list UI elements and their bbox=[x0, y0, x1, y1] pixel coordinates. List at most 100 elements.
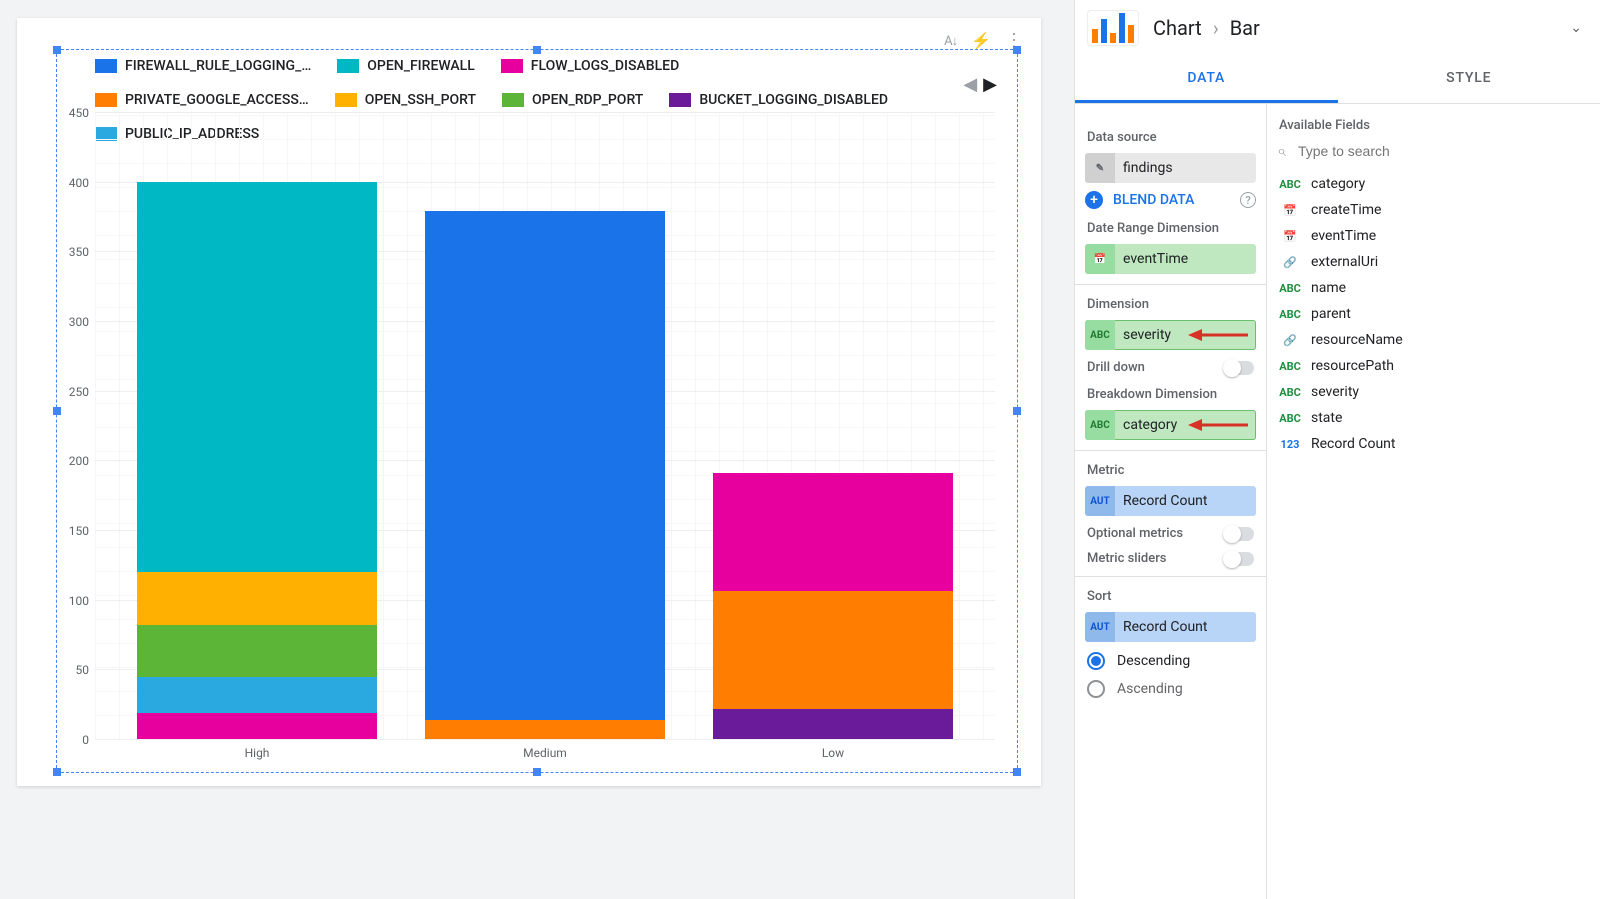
field-label: state bbox=[1311, 410, 1342, 426]
blend-data-button[interactable]: + BLEND DATA ? bbox=[1085, 191, 1256, 209]
bar[interactable] bbox=[137, 148, 376, 739]
legend-label: BUCKET_LOGGING_DISABLED bbox=[699, 92, 888, 108]
field-label: createTime bbox=[1311, 202, 1381, 218]
legend-swatch bbox=[501, 59, 523, 73]
chart-card[interactable]: A↓ ⚡ ⋮ FIREWALL_RULE_LOGGING_… OPEN_FIREW… bbox=[17, 18, 1041, 786]
legend-item[interactable]: FIREWALL_RULE_LOGGING_… bbox=[95, 58, 311, 74]
section-breakdown: Breakdown Dimension bbox=[1087, 387, 1254, 402]
field-label: resourceName bbox=[1311, 332, 1403, 348]
field-item[interactable]: 📅eventTime bbox=[1277, 223, 1590, 249]
y-tick: 150 bbox=[69, 524, 89, 538]
abc-icon: ABC bbox=[1279, 282, 1301, 295]
legend-swatch bbox=[337, 59, 359, 73]
chart-type-icon[interactable] bbox=[1087, 10, 1139, 46]
field-item[interactable]: ABC name bbox=[1277, 275, 1590, 301]
y-tick: 50 bbox=[76, 663, 90, 677]
field-item[interactable]: 🔗externalUri bbox=[1277, 249, 1590, 275]
legend-item[interactable]: OPEN_SSH_PORT bbox=[335, 92, 476, 108]
y-tick: 350 bbox=[69, 245, 89, 259]
data-source-chip[interactable]: ✎ findings bbox=[1085, 153, 1256, 183]
calendar-icon: 📅 bbox=[1085, 244, 1115, 274]
breadcrumb-chart: Chart bbox=[1153, 16, 1202, 40]
chart-toolbar: A↓ ⚡ ⋮ bbox=[944, 30, 1023, 51]
toggle-drill-down[interactable] bbox=[1224, 361, 1254, 375]
field-label: name bbox=[1311, 280, 1346, 296]
y-tick: 0 bbox=[82, 733, 89, 747]
chevron-down-icon[interactable]: ⌄ bbox=[1570, 20, 1582, 36]
sort-chip[interactable]: AUT Record Count bbox=[1085, 612, 1256, 642]
bar[interactable] bbox=[425, 164, 664, 739]
help-icon[interactable]: ? bbox=[1240, 192, 1256, 208]
label-optional-metrics: Optional metrics bbox=[1087, 526, 1183, 541]
legend-item[interactable]: OPEN_FIREWALL bbox=[337, 58, 475, 74]
section-metric: Metric bbox=[1087, 463, 1254, 478]
field-item[interactable]: 📅 createTime bbox=[1277, 197, 1590, 223]
bar-segment bbox=[137, 625, 376, 678]
legend-item[interactable]: OPEN_RDP_PORT bbox=[502, 92, 643, 108]
breakdown-chip[interactable]: ABC category bbox=[1085, 410, 1256, 440]
section-data-source: Data source bbox=[1087, 130, 1254, 145]
field-item[interactable]: ABCresourcePath bbox=[1277, 353, 1590, 379]
field-item[interactable]: ABCparent bbox=[1277, 301, 1590, 327]
field-search[interactable]: ⌕ bbox=[1277, 141, 1590, 161]
y-tick: 250 bbox=[69, 385, 89, 399]
legend-item[interactable]: FLOW_LOGS_DISABLED bbox=[501, 58, 679, 74]
legend-item[interactable]: BUCKET_LOGGING_DISABLED bbox=[669, 92, 888, 108]
plus-circle-icon: + bbox=[1085, 191, 1103, 209]
bar-segment bbox=[137, 677, 376, 712]
field-item[interactable]: 123 Record Count bbox=[1277, 431, 1590, 457]
bar-segment bbox=[425, 211, 664, 720]
legend-swatch bbox=[669, 93, 691, 107]
bar-segment bbox=[137, 572, 376, 625]
legend-label: FLOW_LOGS_DISABLED bbox=[531, 58, 679, 74]
cal-icon: 📅 bbox=[1279, 204, 1301, 217]
legend-label: PRIVATE_GOOGLE_ACCESS… bbox=[125, 92, 309, 108]
num-icon: 123 bbox=[1279, 438, 1301, 451]
link-icon: 🔗 bbox=[1279, 334, 1301, 347]
field-label: Record Count bbox=[1311, 436, 1395, 452]
panel-tabs: DATA STYLE bbox=[1075, 56, 1600, 104]
bar[interactable] bbox=[713, 331, 952, 739]
bar-segment bbox=[713, 709, 952, 739]
dimension-chip[interactable]: ABC severity bbox=[1085, 320, 1256, 350]
legend-swatch bbox=[95, 93, 117, 107]
radio-descending[interactable]: Descending bbox=[1087, 652, 1254, 670]
y-tick: 100 bbox=[69, 594, 89, 608]
legend-label: FIREWALL_RULE_LOGGING_… bbox=[125, 58, 311, 74]
date-range-chip[interactable]: 📅 eventTime bbox=[1085, 244, 1256, 274]
tab-data[interactable]: DATA bbox=[1075, 56, 1338, 103]
fields-column: Available Fields ⌕ ABCcategory📅createTim… bbox=[1267, 104, 1600, 899]
abc-icon: ABC bbox=[1279, 360, 1301, 373]
bar-segment bbox=[137, 182, 376, 572]
breadcrumb-bar: Bar bbox=[1230, 16, 1260, 40]
legend-label: OPEN_SSH_PORT bbox=[365, 92, 476, 108]
tab-style[interactable]: STYLE bbox=[1338, 56, 1600, 103]
y-tick: 300 bbox=[69, 315, 89, 329]
abc-icon: ABC bbox=[1279, 412, 1301, 425]
x-tick: Medium bbox=[523, 746, 567, 760]
metric-chip[interactable]: AUT Record Count bbox=[1085, 486, 1256, 516]
canvas-area: A↓ ⚡ ⋮ FIREWALL_RULE_LOGGING_… OPEN_FIREW… bbox=[0, 0, 1074, 899]
panel-header: Chart › Bar ⌄ bbox=[1075, 0, 1600, 56]
field-item[interactable]: ABC state bbox=[1277, 405, 1590, 431]
y-tick: 400 bbox=[69, 176, 89, 190]
legend-item[interactable]: PRIVATE_GOOGLE_ACCESS… bbox=[95, 92, 309, 108]
sort-alpha-icon[interactable]: A↓ bbox=[944, 33, 957, 49]
x-tick: High bbox=[245, 746, 270, 760]
lightning-icon[interactable]: ⚡ bbox=[971, 31, 991, 50]
radio-ascending[interactable]: Ascending bbox=[1087, 680, 1254, 698]
toggle-optional-metrics[interactable] bbox=[1224, 527, 1254, 541]
y-tick: 200 bbox=[69, 454, 89, 468]
abc-icon: ABC bbox=[1279, 386, 1301, 399]
legend-next-icon[interactable]: ▶ bbox=[983, 74, 997, 95]
field-item[interactable]: ABCseverity bbox=[1277, 379, 1590, 405]
legend-pager[interactable]: ◀▶ bbox=[963, 74, 997, 95]
pencil-icon: ✎ bbox=[1085, 153, 1115, 183]
legend-prev-icon[interactable]: ◀ bbox=[963, 74, 977, 95]
aut-icon: AUT bbox=[1085, 612, 1115, 642]
search-input[interactable] bbox=[1296, 142, 1590, 160]
toggle-metric-sliders[interactable] bbox=[1224, 552, 1254, 566]
breadcrumb: Chart › Bar bbox=[1153, 16, 1260, 40]
field-item[interactable]: ABCcategory bbox=[1277, 171, 1590, 197]
field-item[interactable]: 🔗 resourceName bbox=[1277, 327, 1590, 353]
